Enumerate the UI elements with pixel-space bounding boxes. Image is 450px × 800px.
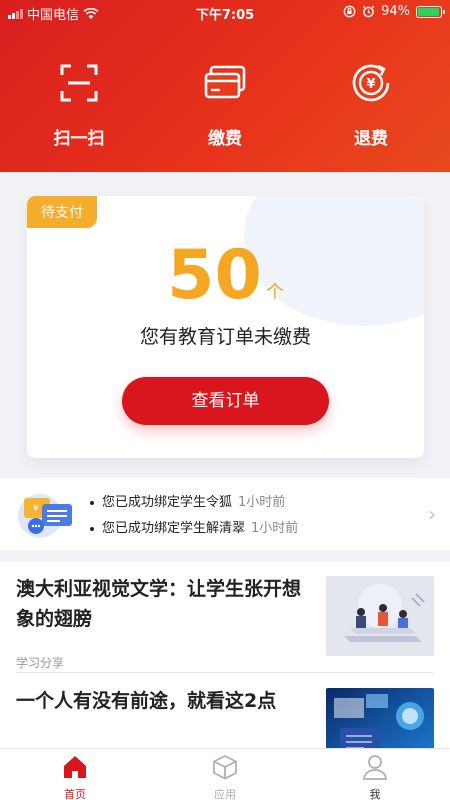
svg-text:¥: ¥: [366, 77, 375, 92]
article-title: 一个人有没有前途，就看这2点: [16, 690, 277, 712]
card-icon: [204, 65, 246, 99]
article-item[interactable]: 澳大利亚视觉文学：让学生张开想象的翅膀 学习分享: [16, 574, 434, 674]
notice-list: 您已成功绑定学生令狐 1小时前 您已成功绑定学生解清翠 1小时前: [90, 490, 298, 542]
article-list: 澳大利亚视觉文学：让学生张开想象的翅膀 学习分享 一个人有没有前途，就看这2点: [0, 562, 450, 748]
view-orders-button[interactable]: 查看订单: [122, 377, 329, 425]
scan-icon: [60, 64, 98, 102]
tab-home-label: 首页: [64, 788, 86, 800]
tab-me[interactable]: 我: [335, 753, 415, 800]
notice-bar[interactable]: ¥ 您已成功绑定学生令狐 1小时前 您已成功绑定学生解清翠 1小时前 ›: [0, 478, 450, 550]
battery-percent: 94%: [381, 4, 410, 19]
pending-description: 您有教育订单未缴费: [139, 326, 311, 348]
article-thumbnail: [326, 576, 434, 656]
article-title: 澳大利亚视觉文学：让学生张开想象的翅膀: [16, 578, 302, 630]
tab-me-label: 我: [369, 788, 381, 800]
home-icon: [64, 756, 86, 778]
bottom-tab-bar: 首页 应用 我: [0, 748, 450, 800]
tab-apps-label: 应用: [214, 788, 236, 800]
scan-button[interactable]: 扫一扫: [24, 60, 134, 149]
alarm-icon: [362, 5, 375, 18]
battery-icon: [416, 5, 445, 18]
cube-icon: [213, 754, 237, 780]
article-item[interactable]: 一个人有没有前途，就看这2点: [16, 684, 434, 748]
article-thumbnail: [326, 688, 434, 748]
divider: [16, 672, 434, 673]
status-bar: 中国电信 下午7:05 94%: [0, 0, 450, 24]
message-illustration-icon: ¥: [18, 494, 72, 538]
pending-unit: 个: [265, 282, 284, 303]
pending-payment-card: 待支付 50 个 您有教育订单未缴费 查看订单: [27, 196, 424, 458]
refund-icon: ¥: [352, 64, 390, 102]
tab-home[interactable]: 首页: [35, 753, 115, 800]
scan-label: 扫一扫: [53, 129, 105, 149]
person-icon: [363, 755, 387, 780]
refund-label: 退费: [354, 129, 388, 149]
refund-button[interactable]: ¥ 退费: [316, 60, 426, 149]
svg-text:¥: ¥: [33, 504, 39, 514]
tab-apps[interactable]: 应用: [185, 753, 265, 800]
pending-count: 50: [167, 236, 262, 315]
chevron-right-icon: ›: [428, 502, 436, 526]
article-category: 学习分享: [16, 656, 65, 670]
status-badge: 待支付: [27, 196, 97, 228]
pay-label: 缴费: [208, 129, 242, 149]
rotation-lock-icon: [343, 5, 356, 18]
app-header: 中国电信 下午7:05 94% 扫一扫 缴费 ¥ 退费: [0, 0, 450, 172]
notice-item: 您已成功绑定学生解清翠 1小时前: [90, 516, 298, 542]
pay-button[interactable]: 缴费: [170, 60, 280, 149]
notice-item: 您已成功绑定学生令狐 1小时前: [90, 490, 298, 516]
